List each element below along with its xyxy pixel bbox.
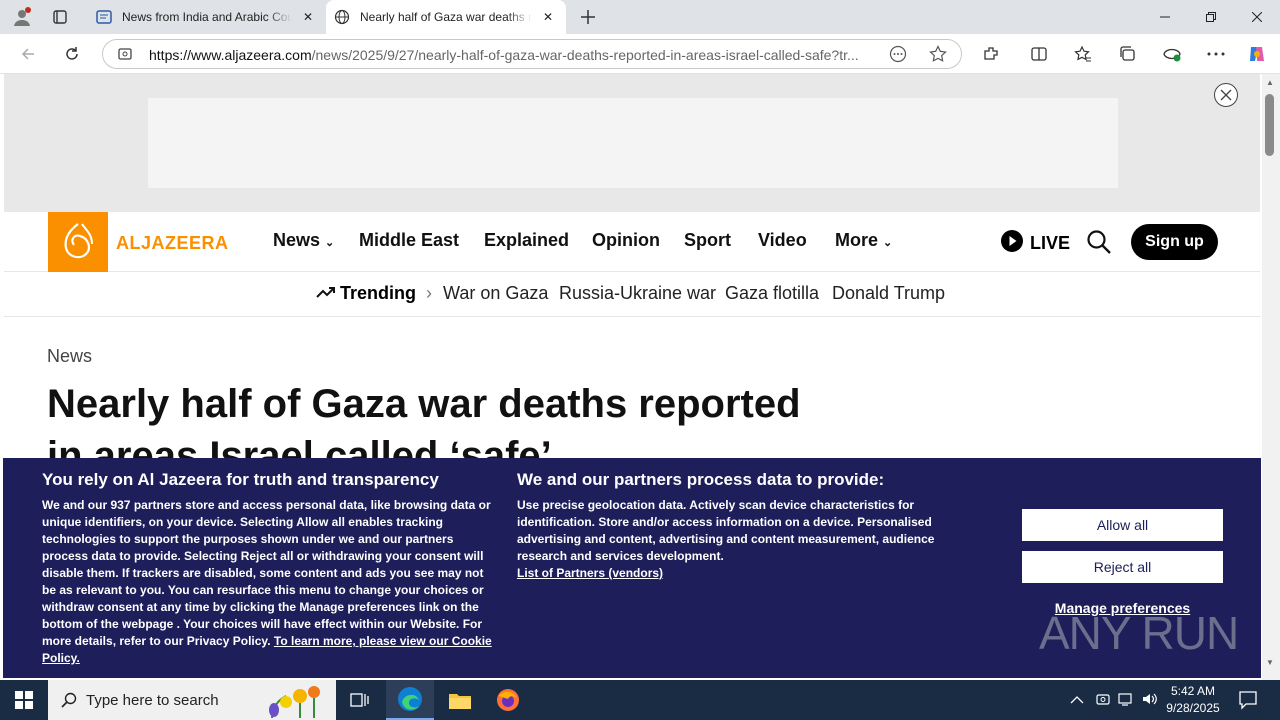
close-ad-icon[interactable]	[1213, 82, 1239, 108]
show-hidden-icons[interactable]	[1070, 692, 1084, 710]
url-domain: https://www.aljazeera.com	[149, 47, 312, 63]
address-bar[interactable]: https://www.aljazeera.com/news/2025/9/27…	[102, 39, 962, 69]
ad-slot	[148, 98, 1118, 188]
scroll-thumb[interactable]	[1265, 94, 1274, 156]
taskbar-clock[interactable]: 5:42 AM 9/28/2025	[1162, 683, 1224, 717]
reader-icon[interactable]	[889, 45, 907, 68]
network-icon[interactable]	[1118, 691, 1134, 712]
vendors-link[interactable]: List of Partners (vendors)	[517, 565, 663, 582]
browser-essentials-icon[interactable]	[1158, 40, 1186, 68]
site-navbar: ALJAZEERA News ⌄ Middle East Explained O…	[4, 212, 1260, 272]
file-explorer-icon[interactable]	[436, 680, 484, 720]
sign-up-button[interactable]: Sign up	[1131, 224, 1218, 260]
tab-aljazeera-article[interactable]: Nearly half of Gaza war deaths reported …	[326, 0, 566, 34]
taskbar-search-box[interactable]: Type here to search	[48, 680, 336, 720]
favorites-icon[interactable]	[1069, 40, 1097, 68]
browser-toolbar: https://www.aljazeera.com/news/2025/9/27…	[0, 34, 1280, 74]
nav-sport[interactable]: Sport	[684, 230, 731, 251]
trending-label: Trending	[340, 283, 416, 303]
refresh-icon[interactable]	[58, 40, 86, 68]
consent-text-part: partners store and access personal data,…	[42, 498, 491, 648]
new-tab-icon[interactable]	[574, 3, 602, 31]
tab-title: News from India and Arabic Countries	[122, 10, 292, 24]
scroll-down-icon[interactable]: ▼	[1266, 658, 1274, 667]
anyrun-watermark: ANY RUN	[1039, 607, 1239, 659]
profile-icon[interactable]	[8, 3, 36, 31]
live-button[interactable]: LIVE	[1000, 229, 1070, 258]
trending-heading: Trending ›	[316, 283, 432, 304]
nav-news-label: News	[273, 230, 321, 250]
scroll-up-icon[interactable]: ▲	[1266, 78, 1274, 87]
trending-link[interactable]: Donald Trump	[832, 283, 945, 304]
nav-news[interactable]: News ⌄	[273, 230, 334, 251]
windows-taskbar: Type here to search 5:42 AM 9/28/2025	[0, 680, 1280, 720]
trending-link[interactable]: War on Gaza	[443, 283, 548, 304]
notifications-icon[interactable]	[1238, 690, 1258, 715]
task-view-icon[interactable]	[336, 680, 384, 720]
search-icon	[61, 692, 77, 712]
collections-icon[interactable]	[1114, 40, 1142, 68]
close-tab-icon[interactable]: ✕	[298, 7, 318, 27]
nav-more[interactable]: More ⌄	[835, 230, 892, 251]
back-icon[interactable]	[14, 40, 42, 68]
clock-time: 5:42 AM	[1170, 684, 1216, 698]
clock-date: 9/28/2025	[1166, 701, 1220, 715]
consent-left-text: We and our 937 partners store and access…	[42, 497, 494, 667]
tab-actions-icon[interactable]	[46, 3, 74, 31]
copilot-icon[interactable]	[1243, 40, 1271, 68]
url-path: /news/2025/9/27/nearly-half-of-gaza-war-…	[311, 47, 859, 63]
nav-more-label: More	[835, 230, 879, 250]
site-info-icon[interactable]	[117, 46, 133, 67]
settings-more-icon[interactable]	[1202, 40, 1230, 68]
firefox-icon[interactable]	[484, 680, 532, 720]
article-section-link[interactable]: News	[47, 346, 92, 367]
search-placeholder: Type here to search	[86, 691, 219, 709]
restore-icon[interactable]	[1188, 0, 1234, 34]
consent-left-title: You rely on Al Jazeera for truth and tra…	[42, 470, 439, 489]
trending-link[interactable]: Russia-Ukraine war	[559, 283, 716, 304]
consent-right-title: We and our partners process data to prov…	[517, 470, 885, 489]
reject-all-button[interactable]: Reject all	[1022, 551, 1223, 583]
search-highlight-flowers-icon	[260, 684, 336, 720]
search-icon[interactable]	[1086, 229, 1112, 260]
favorite-star-icon[interactable]	[929, 45, 947, 68]
chevron-down-icon: ⌄	[883, 237, 893, 249]
page-scrollbar[interactable]: ▲ ▼	[1262, 74, 1280, 680]
consent-text-part: We and our	[42, 498, 111, 512]
close-window-icon[interactable]	[1234, 0, 1280, 34]
edge-taskbar-icon[interactable]	[386, 680, 434, 720]
trending-arrow-icon	[316, 283, 340, 304]
chevron-right-icon: ›	[426, 283, 432, 303]
play-icon	[1000, 229, 1030, 258]
nav-video[interactable]: Video	[758, 230, 807, 251]
url-text: https://www.aljazeera.com/news/2025/9/27…	[149, 47, 869, 63]
volume-icon[interactable]	[1141, 691, 1159, 712]
ad-banner-area	[4, 74, 1260, 212]
logo-text[interactable]: ALJAZEERA	[116, 233, 229, 254]
extensions-icon[interactable]	[977, 40, 1005, 68]
globe-icon	[334, 9, 350, 25]
tab-title: Nearly half of Gaza war deaths reported …	[360, 10, 532, 24]
allow-all-button[interactable]: Allow all	[1022, 509, 1223, 541]
web-page: ALJAZEERA News ⌄ Middle East Explained O…	[0, 74, 1262, 680]
minimize-icon[interactable]	[1142, 0, 1188, 34]
tab-news-india[interactable]: News from India and Arabic Countries ✕	[88, 0, 326, 34]
chevron-down-icon: ⌄	[325, 237, 335, 249]
split-screen-icon[interactable]	[1025, 40, 1053, 68]
cookie-consent-banner: You rely on Al Jazeera for truth and tra…	[3, 458, 1261, 678]
windows-start-icon[interactable]	[0, 680, 48, 720]
news-tab-icon	[96, 9, 112, 25]
partners-count: 937	[110, 498, 131, 512]
trending-link[interactable]: Gaza flotilla	[725, 283, 819, 304]
live-label: LIVE	[1030, 233, 1071, 253]
nav-opinion[interactable]: Opinion	[592, 230, 660, 251]
nav-middle-east[interactable]: Middle East	[359, 230, 459, 251]
meet-now-icon[interactable]	[1095, 691, 1111, 712]
browser-titlebar: News from India and Arabic Countries ✕ N…	[0, 0, 1280, 34]
nav-explained[interactable]: Explained	[484, 230, 569, 251]
close-tab-icon[interactable]: ✕	[538, 7, 558, 27]
consent-right-text: Use precise geolocation data. Actively s…	[517, 498, 935, 563]
aljazeera-logo-icon[interactable]	[48, 212, 108, 272]
trending-bar: Trending › War on Gaza Russia-Ukraine wa…	[4, 273, 1260, 317]
